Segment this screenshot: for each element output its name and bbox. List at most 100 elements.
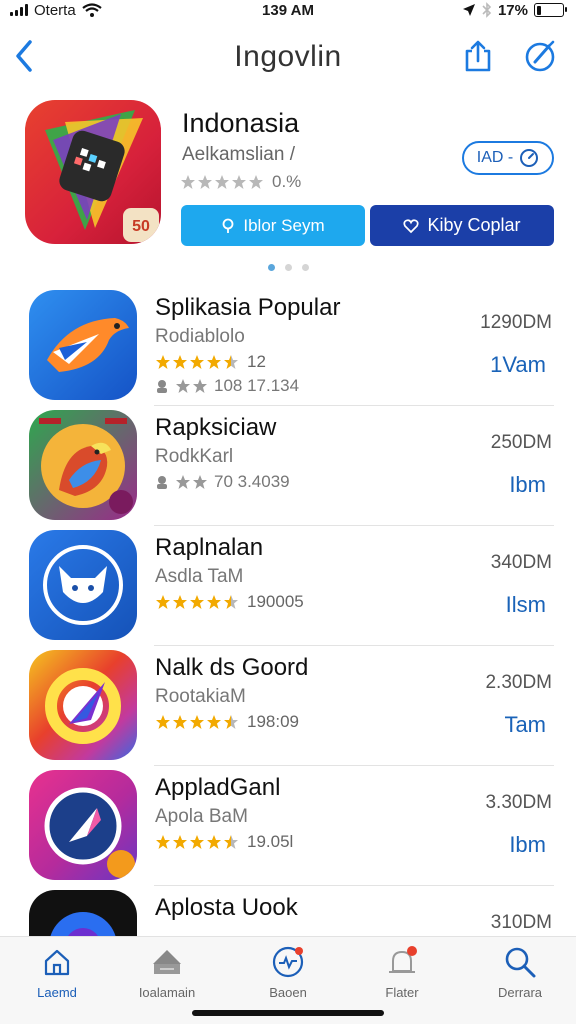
app-size: 3.30DM bbox=[485, 792, 552, 813]
tab-notifications[interactable]: Flater bbox=[352, 945, 452, 1005]
star-icon bbox=[176, 379, 190, 393]
meta-text: 108 17.134 bbox=[214, 376, 300, 395]
app-icon bbox=[29, 410, 137, 520]
app-rating: 198:09 bbox=[155, 712, 299, 732]
secondary-action-button[interactable]: Kiby Coplar bbox=[370, 205, 554, 246]
featured-subtitle: Aelkamslian / bbox=[182, 144, 295, 165]
star-icon bbox=[207, 595, 221, 609]
app-developer: Apola BaM bbox=[155, 806, 248, 827]
star-icon bbox=[156, 715, 170, 729]
app-size: 2.30DM bbox=[485, 672, 552, 693]
tab-explore[interactable]: Baoen bbox=[238, 945, 338, 1005]
star-icon bbox=[224, 595, 238, 609]
list-item[interactable]: Raplnalan Asdla TaM 190005 340DM Ilsm bbox=[0, 526, 576, 646]
star-icon bbox=[215, 175, 229, 189]
timer-icon bbox=[520, 149, 539, 167]
tab-label: Derrara bbox=[497, 985, 543, 1000]
location-icon bbox=[462, 4, 475, 16]
tab-home[interactable]: Laemd bbox=[7, 945, 107, 1005]
list-item[interactable]: Rapksiciaw RodkKarl 70 3.4039 250DM Ibm bbox=[0, 406, 576, 526]
heart-icon bbox=[403, 218, 420, 233]
app-name: Nalk ds Goord bbox=[155, 654, 309, 681]
list-item[interactable]: Nalk ds Goord RootakiaM 198:09 2.30DM Ta… bbox=[0, 646, 576, 766]
status-bar: Oterta 139 AM 17% bbox=[0, 0, 576, 20]
app-icon bbox=[29, 530, 137, 640]
tab-label: Laemd bbox=[37, 985, 77, 1000]
get-button[interactable]: Ilsm bbox=[506, 592, 546, 618]
tab-apps[interactable]: Ioalamain bbox=[117, 945, 217, 1005]
featured-badge-label: IAD - bbox=[476, 149, 514, 166]
home-icon bbox=[40, 945, 74, 979]
list-item[interactable]: Splikasia Popular Rodiablolo 12 108 17.1… bbox=[0, 286, 576, 406]
featured-download-badge[interactable]: IAD - bbox=[462, 141, 554, 175]
star-icon bbox=[156, 595, 170, 609]
rating-stars bbox=[155, 354, 239, 370]
page-dot[interactable] bbox=[284, 264, 292, 271]
featured-rating-value: 0.% bbox=[272, 172, 302, 191]
get-button[interactable]: Tam bbox=[504, 712, 546, 738]
app-developer: RodkKarl bbox=[155, 446, 234, 467]
featured-title: Indonasia bbox=[182, 108, 300, 138]
bird-icon bbox=[47, 318, 129, 372]
tab-label: Flater bbox=[385, 985, 419, 1000]
star-icon bbox=[190, 595, 204, 609]
tab-label: Ioalamain bbox=[138, 985, 196, 1000]
star-icon bbox=[173, 715, 187, 729]
page-dot[interactable] bbox=[301, 264, 309, 271]
star-icon bbox=[181, 175, 195, 189]
get-button[interactable]: Ibm bbox=[509, 832, 546, 858]
share-button[interactable] bbox=[460, 36, 496, 76]
app-meta: 70 3.4039 bbox=[155, 472, 290, 492]
compass-app-icon bbox=[44, 787, 135, 878]
app-size: 340DM bbox=[490, 552, 552, 573]
home-indicator[interactable] bbox=[192, 1010, 384, 1016]
meta-stars bbox=[175, 474, 208, 490]
star-icon bbox=[224, 355, 238, 369]
star-icon bbox=[190, 835, 204, 849]
star-icon bbox=[232, 175, 246, 189]
app-name: Rapksiciaw bbox=[155, 414, 277, 441]
page-indicator[interactable] bbox=[0, 264, 576, 271]
user-icon bbox=[157, 476, 167, 489]
battery-percent: 17% bbox=[497, 1, 528, 19]
primary-action-button[interactable]: Iblor Seym bbox=[181, 205, 365, 246]
fox-icon bbox=[43, 545, 123, 625]
star-icon bbox=[190, 355, 204, 369]
pin-icon bbox=[222, 218, 234, 233]
star-icon bbox=[173, 835, 187, 849]
primary-action-label: Iblor Seym bbox=[243, 215, 325, 235]
star-icon bbox=[193, 379, 207, 393]
search-icon bbox=[503, 945, 537, 979]
page-dot[interactable] bbox=[267, 264, 275, 271]
app-rating: 19.05l bbox=[155, 832, 293, 852]
compose-button[interactable] bbox=[520, 36, 560, 76]
featured-rating: 0.% bbox=[180, 172, 301, 192]
status-left: Oterta bbox=[10, 2, 102, 19]
list-item[interactable]: AppladGanl Apola BaM 19.05l 3.30DM Ibm bbox=[0, 766, 576, 886]
meta-text: 70 3.4039 bbox=[214, 472, 290, 491]
rating-count: 12 bbox=[247, 352, 266, 371]
app-rating: 12 bbox=[155, 352, 266, 372]
tab-search[interactable]: Derrara bbox=[470, 945, 570, 1005]
meta-text: 190005 bbox=[247, 592, 304, 611]
app-developer: RootakiaM bbox=[155, 686, 246, 707]
notification-icon bbox=[385, 945, 419, 979]
parrot-icon bbox=[39, 418, 133, 514]
star-icon bbox=[224, 835, 238, 849]
share-icon bbox=[465, 40, 491, 72]
star-icon bbox=[190, 715, 204, 729]
status-right: 17% bbox=[462, 1, 567, 19]
star-icon bbox=[156, 835, 170, 849]
meta-stars bbox=[175, 378, 208, 394]
get-button[interactable]: 1Vam bbox=[490, 352, 546, 378]
app-developer: Rodiablolo bbox=[155, 326, 245, 347]
secondary-action-label: Kiby Coplar bbox=[427, 215, 521, 235]
featured-stars bbox=[180, 174, 264, 190]
app-name: Raplnalan bbox=[155, 534, 264, 561]
star-icon bbox=[249, 175, 263, 189]
carrier-label: Oterta bbox=[34, 1, 76, 19]
app-size: 310DM bbox=[490, 912, 552, 933]
get-button[interactable]: Ibm bbox=[509, 472, 546, 498]
rating-stars bbox=[155, 594, 239, 610]
featured-app-icon[interactable]: 50 bbox=[25, 100, 161, 244]
